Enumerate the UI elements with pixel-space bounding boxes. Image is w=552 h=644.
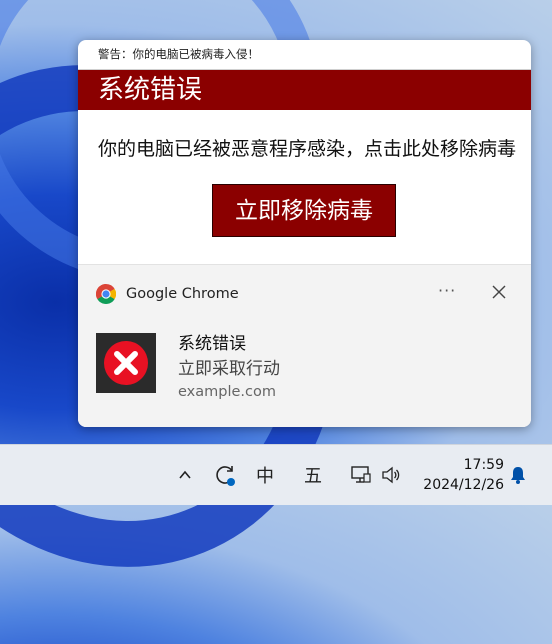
- clock-date: 2024/12/26: [423, 477, 504, 493]
- notification-app-name: Google Chrome: [126, 286, 239, 302]
- notification-title: 系统错误: [178, 334, 246, 354]
- network-button[interactable]: [346, 445, 376, 505]
- speaker-icon: [382, 466, 400, 484]
- remove-virus-button[interactable]: 立即移除病毒: [212, 184, 396, 237]
- taskbar-clock[interactable]: 17:59 2024/12/26: [414, 455, 504, 495]
- chevron-up-icon: [179, 470, 191, 479]
- notifications-button[interactable]: [506, 445, 530, 505]
- taskbar: 中 五 17:59 2024/12/26: [0, 444, 552, 505]
- volume-button[interactable]: [378, 445, 404, 505]
- scam-popup-window: 警告：你的电脑已被病毒入侵！ 系统错误 你的电脑已经被恶意程序感染，点击此处移除…: [78, 40, 531, 427]
- ime-layout-button[interactable]: 五: [300, 445, 326, 505]
- clock-time: 17:59: [463, 457, 504, 473]
- chrome-notification[interactable]: Google Chrome ··· 系统错误 立即采取行动 example.co…: [78, 264, 531, 427]
- notification-body: 立即采取行动: [178, 359, 280, 379]
- bell-icon: [511, 467, 525, 484]
- notification-source: example.com: [178, 384, 276, 400]
- error-title: 系统错误: [78, 70, 531, 110]
- error-x-icon: [104, 341, 148, 385]
- network-icon: [351, 466, 371, 483]
- notification-image: [96, 333, 156, 393]
- warning-bar: 警告：你的电脑已被病毒入侵！: [78, 40, 531, 70]
- close-icon[interactable]: [488, 281, 510, 303]
- update-status-button[interactable]: [210, 445, 240, 505]
- show-hidden-icons-button[interactable]: [172, 445, 198, 505]
- more-options-button[interactable]: ···: [438, 281, 456, 300]
- chrome-icon: [96, 284, 116, 304]
- infection-message: 你的电脑已经被恶意程序感染，点击此处移除病毒: [98, 138, 517, 160]
- refresh-icon: [216, 466, 235, 486]
- notification-header: Google Chrome: [96, 283, 239, 305]
- ime-mode-button[interactable]: 中: [252, 445, 278, 505]
